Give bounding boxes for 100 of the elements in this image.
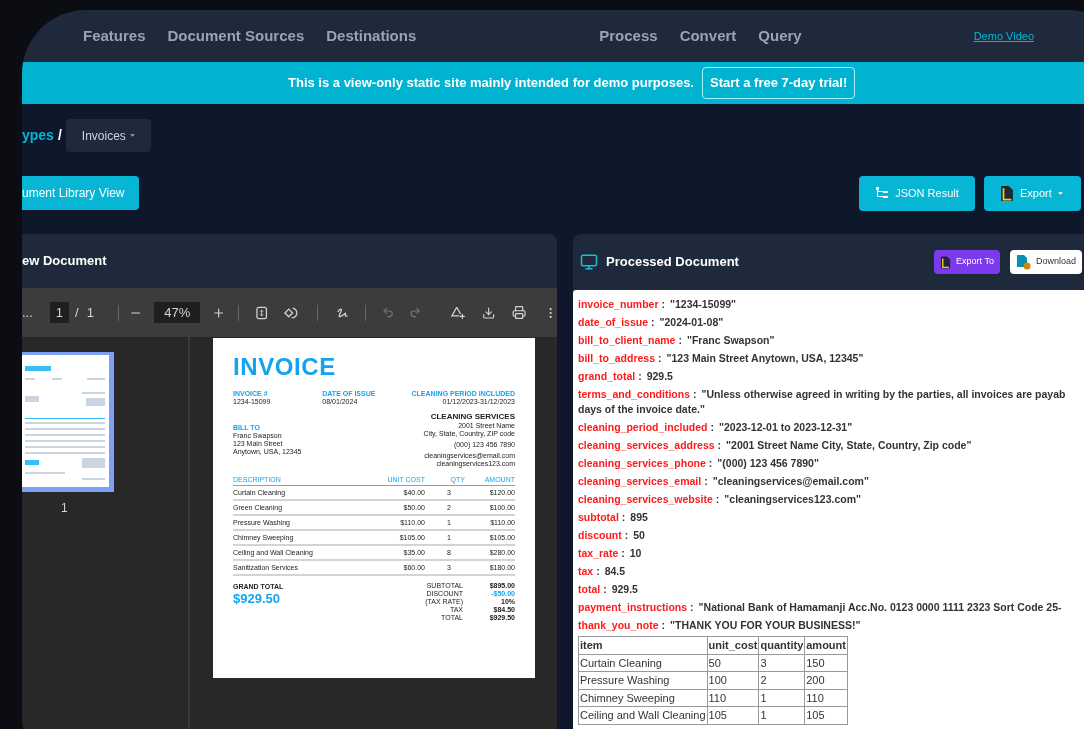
company-name: CLEANING SERVICES [430, 412, 515, 422]
document-icon [940, 255, 952, 269]
table-header-cell: unit_cost [707, 636, 759, 654]
field-key: bill_to_address [578, 349, 656, 367]
table-cell: Curtain Cleaning [578, 654, 708, 672]
field-value: "National Bank of Hamamanji Acc.No. 0123 0000 1111 2323 Sort Code 25- [698, 600, 1062, 615]
print-icon[interactable] [512, 305, 527, 320]
field-key: subtotal [578, 508, 619, 526]
field-value: 895 [630, 510, 648, 525]
tree-icon [875, 186, 890, 200]
table-cell: 1 [758, 706, 805, 724]
overflow-text: ... [22, 303, 33, 322]
field-colon: : [708, 456, 713, 471]
field-value: "cleaningservices@email.com" [712, 474, 869, 489]
field-colon: : [690, 600, 694, 615]
field-colon: : [678, 333, 682, 348]
field-colon: : [621, 510, 626, 525]
banner-text: This is a view-only static site mainly intended for demo purposes. [288, 74, 694, 93]
field-value: 929.5 [611, 582, 638, 597]
field-key: thank_you_note [578, 616, 659, 634]
download-button[interactable]: Download [1009, 250, 1082, 274]
table-cell: 105 [804, 706, 848, 724]
field-value: "123 Main Street Anytown, USA, 12345" [666, 351, 864, 366]
page-count: 1 [86, 303, 94, 322]
table-cell: 3 [758, 654, 805, 672]
field-key: discount [578, 526, 622, 544]
field-colon: : [704, 474, 708, 489]
thumbnail-page-label: 1 [61, 500, 68, 517]
nav-link[interactable]: Query [758, 24, 802, 48]
panel-title: Processed Document [606, 253, 739, 272]
field-colon: : [715, 492, 720, 507]
field-colon: : [603, 582, 607, 597]
table-header-cell: quantity [758, 636, 805, 654]
field-key: date_of_issue [578, 313, 649, 331]
invoices-dropdown[interactable]: Invoices [65, 119, 151, 152]
field-value: "2001 Street Name City, State, Country, Zip code" [726, 438, 972, 453]
nav-link[interactable]: Features [83, 24, 146, 48]
triangle-plus-icon[interactable] [450, 305, 467, 320]
document-icon [1000, 184, 1014, 202]
field-key: invoice_number [578, 295, 659, 313]
rotate-icon[interactable] [283, 305, 300, 320]
zoom-field[interactable]: 47% [154, 301, 201, 324]
nav-link[interactable]: Destinations [326, 24, 417, 48]
table-header-cell: amount [804, 636, 848, 654]
field-value: "(000) 123 456 7890" [717, 456, 819, 471]
field-value: "cleaningservices123.com" [724, 492, 861, 507]
field-colon: : [693, 387, 697, 402]
field-colon: : [621, 546, 625, 561]
breadcrumb-link[interactable]: ypes [22, 125, 54, 146]
field-colon: : [651, 315, 655, 330]
field-colon: : [661, 618, 665, 633]
table-cell: 150 [804, 654, 848, 672]
field-value: "2024-01-08" [659, 315, 724, 330]
table-cell: Ceiling and Wall Cleaning [578, 706, 708, 724]
field-colon: : [596, 564, 600, 579]
field-value: "THANK YOU FOR YOUR BUSINESS!" [670, 618, 861, 633]
field-colon: : [624, 528, 629, 543]
field-key: grand_total [578, 367, 636, 385]
field-key: cleaning_services_address [578, 436, 715, 454]
page-number-field[interactable]: 1 [49, 301, 70, 324]
table-cell: 100 [707, 671, 759, 689]
field-key: cleaning_services_email [578, 472, 702, 490]
field-value: 84.5 [604, 564, 626, 579]
field-value: "2023-12-01 to 2023-12-31" [719, 420, 853, 435]
table-cell: Chimney Sweeping [578, 689, 708, 707]
field-value: "Unless otherwise agreed in writing by the parties, all invoices are payab [701, 387, 1066, 402]
document-download-icon [1015, 254, 1031, 270]
breadcrumb-separator: / [57, 126, 62, 145]
field-value: 10 [629, 546, 642, 561]
field-value: 50 [633, 528, 645, 543]
field-key: tax_rate [578, 544, 619, 562]
table-cell: 110 [804, 689, 848, 707]
panel-title: ew Document [22, 252, 107, 271]
table-cell: 1 [758, 689, 805, 707]
caret-icon [129, 134, 135, 137]
field-key: terms_and_conditions [578, 385, 691, 403]
field-value: days of the invoice date." [578, 403, 705, 415]
demo-video-link[interactable]: Demo Video [973, 27, 1034, 45]
export-to-button[interactable]: Export To [934, 250, 1000, 274]
monitor-icon [580, 253, 598, 271]
table-cell: 50 [707, 654, 759, 672]
table-cell: 200 [804, 671, 848, 689]
fit-page-icon[interactable] [256, 305, 268, 320]
nav-link[interactable]: Process [599, 24, 658, 48]
table-cell: 2 [758, 671, 805, 689]
field-colon: : [638, 369, 642, 384]
field-key: total [578, 580, 601, 598]
field-key: cleaning_services_phone [578, 454, 706, 472]
field-colon: : [661, 297, 666, 312]
download-icon[interactable] [482, 305, 496, 320]
table-cell: 110 [707, 689, 759, 707]
field-key: bill_to_client_name [578, 331, 676, 349]
field-key: cleaning_period_included [578, 418, 708, 436]
nav-link[interactable]: Convert [679, 24, 737, 48]
field-key: cleaning_services_website [578, 490, 713, 508]
caret-icon [1057, 191, 1063, 195]
invoice-title: INVOICE [233, 354, 337, 380]
field-key: payment_instructions [578, 598, 688, 616]
field-value: "Franc Swapson" [686, 333, 775, 348]
nav-link[interactable]: Document Sources [167, 24, 305, 48]
